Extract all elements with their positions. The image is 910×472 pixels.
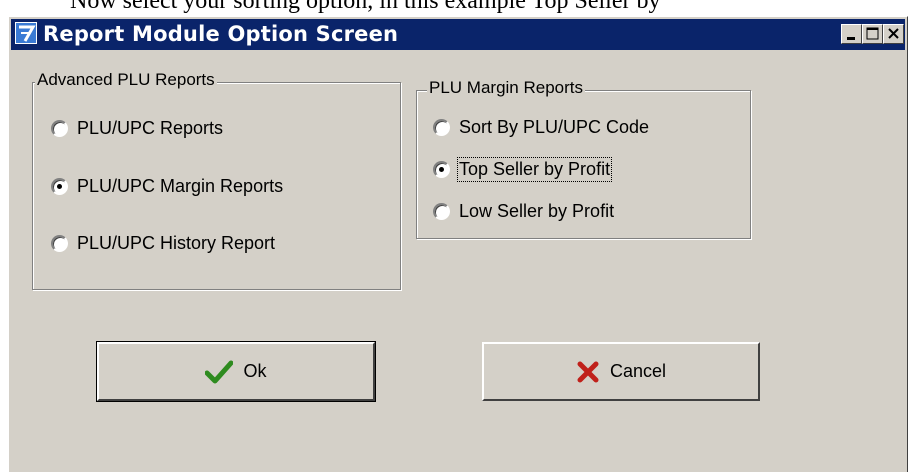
radio-label: PLU/UPC Reports — [77, 118, 224, 138]
radio-plu-upc-reports[interactable]: PLU/UPC Reports — [51, 118, 223, 139]
minimize-icon — [847, 37, 855, 40]
checkmark-icon — [205, 360, 234, 383]
radio-button-icon[interactable] — [51, 120, 68, 137]
radio-label: Sort By PLU/UPC Code — [459, 117, 650, 137]
radio-sort-by-plu-upc-code[interactable]: Sort By PLU/UPC Code — [433, 117, 649, 138]
radio-plu-upc-history-report[interactable]: PLU/UPC History Report — [51, 233, 275, 254]
cancel-button-label: Cancel — [609, 361, 667, 381]
plu-margin-reports-group: PLU Margin Reports Sort By PLU/UPC Code … — [416, 78, 751, 239]
radio-button-icon[interactable] — [433, 203, 450, 220]
report-module-window: Report Module Option Screen Advanced PLU… — [8, 16, 908, 472]
maximize-button[interactable] — [862, 24, 883, 44]
radio-label: PLU/UPC History Report — [77, 233, 276, 253]
maximize-icon — [866, 27, 879, 40]
close-button[interactable] — [883, 24, 904, 44]
window-title: Report Module Option Screen — [43, 22, 399, 46]
minimize-button[interactable] — [841, 24, 862, 44]
radio-top-seller-by-profit[interactable]: Top Seller by Profit — [433, 157, 613, 182]
radio-label: Top Seller by Profit — [456, 157, 613, 182]
page-caption: Now select your sorting option, in this … — [70, 0, 661, 14]
plu-margin-reports-legend: PLU Margin Reports — [427, 78, 586, 98]
ok-button[interactable]: Ok — [96, 341, 376, 402]
advanced-plu-reports-legend: Advanced PLU Reports — [35, 70, 217, 90]
close-icon — [888, 28, 899, 39]
cancel-button[interactable]: Cancel — [482, 342, 760, 401]
app-icon — [15, 22, 37, 44]
radio-label: PLU/UPC Margin Reports — [77, 176, 284, 196]
ok-button-label: Ok — [243, 361, 267, 381]
title-bar[interactable]: Report Module Option Screen — [11, 19, 905, 50]
x-icon — [577, 361, 599, 382]
radio-button-icon[interactable] — [433, 161, 450, 178]
radio-low-seller-by-profit[interactable]: Low Seller by Profit — [433, 201, 614, 222]
radio-button-icon[interactable] — [51, 235, 68, 252]
advanced-plu-reports-group: Advanced PLU Reports PLU/UPC Reports PLU… — [32, 70, 401, 290]
radio-label: Low Seller by Profit — [459, 201, 615, 221]
radio-button-icon[interactable] — [433, 119, 450, 136]
radio-plu-upc-margin-reports[interactable]: PLU/UPC Margin Reports — [51, 176, 283, 197]
radio-button-icon[interactable] — [51, 178, 68, 195]
